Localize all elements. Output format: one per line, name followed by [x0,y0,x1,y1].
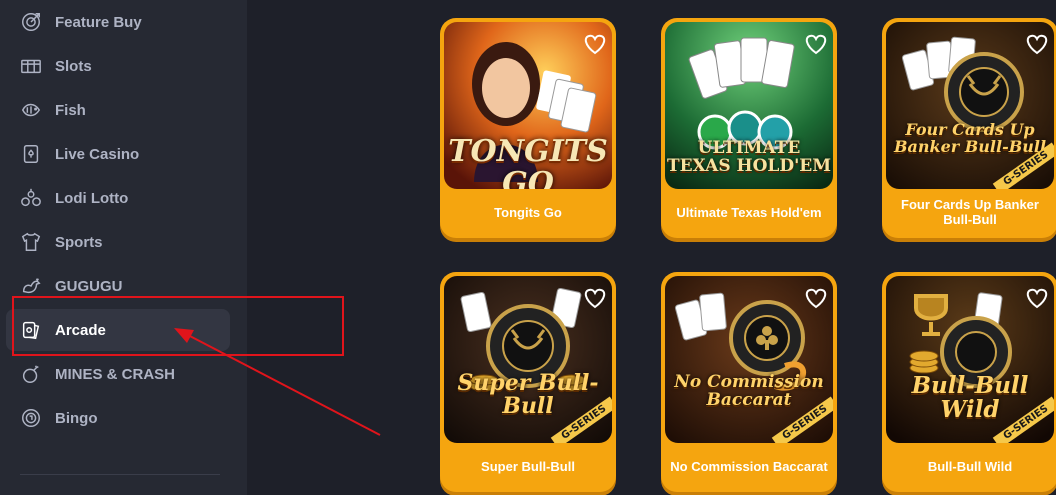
sidebar-item-slots[interactable]: Slots [6,45,230,87]
game-card-bull-bull-wild[interactable]: Bull-Bull Wild G-SERIES Bull-Bull Wild [882,272,1056,492]
game-art-title: Four Cards Up Banker Bull-Bull [893,120,1047,156]
sidebar-item-feature-buy[interactable]: Feature Buy [6,1,230,43]
game-art-title: TONGITS GO [448,134,608,189]
fish-icon [19,98,43,122]
sidebar-item-mines-crash[interactable]: MINES & CRASH [6,353,230,395]
bomb-icon [19,362,43,386]
sidebar-item-label: Lodi Lotto [55,189,129,207]
lottery-balls-icon [19,186,43,210]
sidebar-item-label: Slots [55,57,92,75]
sidebar-item-fish[interactable]: Fish [6,89,230,131]
game-card-four-cards-up-banker-bull-bull[interactable]: Four Cards Up Banker Bull-Bull G-SERIES … [882,18,1056,238]
heart-icon[interactable] [803,286,829,310]
game-name: No Commission Baccarat [670,458,828,474]
game-art-title: No Commission Baccarat [674,372,824,410]
rooster-icon [19,274,43,298]
heart-icon[interactable] [1024,286,1050,310]
sidebar-item-label: Bingo [55,409,98,427]
heart-icon[interactable] [803,32,829,56]
heart-icon[interactable] [1024,32,1050,56]
game-art-title: ULTIMATE TEXAS HOLD'EM [666,138,832,176]
game-card-super-bull-bull[interactable]: Super Bull-Bull G-SERIES Super Bull-Bull [440,272,616,492]
game-name: Bull-Bull Wild [927,458,1013,474]
slot-machine-icon [19,54,43,78]
game-card-no-commission-baccarat[interactable]: No Commission Baccarat G-SERIES No Commi… [661,272,837,492]
bingo-ball-icon [19,406,43,430]
sidebar-item-sports[interactable]: Sports [6,221,230,263]
sidebar-item-label: MINES & CRASH [55,365,176,383]
game-name: Four Cards Up Banker Bull-Bull [901,197,1039,227]
jersey-icon [19,230,43,254]
sidebar: Feature Buy Slots Fish Live Casino Lodi … [0,0,247,495]
sidebar-item-label: GUGUGU [55,277,123,295]
target-icon [19,10,43,34]
game-card-tongits-go[interactable]: TONGITS GO Tongits Go [440,18,616,238]
game-name: Super Bull-Bull [481,458,575,474]
sidebar-divider [20,474,220,475]
playing-card-icon [19,142,43,166]
game-name: Tongits Go [494,204,562,220]
game-card-ultimate-texas-holdem[interactable]: ULTIMATE TEXAS HOLD'EM Ultimate Texas Ho… [661,18,837,238]
sidebar-item-live-casino[interactable]: Live Casino [6,133,230,175]
sidebar-item-label: Sports [55,233,103,251]
heart-icon[interactable] [582,32,608,56]
sidebar-item-bingo[interactable]: Bingo [6,397,230,439]
annotation-highlight-box [12,296,344,356]
sidebar-item-label: Feature Buy [55,13,142,31]
sidebar-item-label: Live Casino [55,145,140,163]
heart-icon[interactable] [582,286,608,310]
game-name: Ultimate Texas Hold'em [676,204,822,220]
sidebar-item-lodi-lotto[interactable]: Lodi Lotto [6,177,230,219]
sidebar-item-label: Fish [55,101,86,119]
